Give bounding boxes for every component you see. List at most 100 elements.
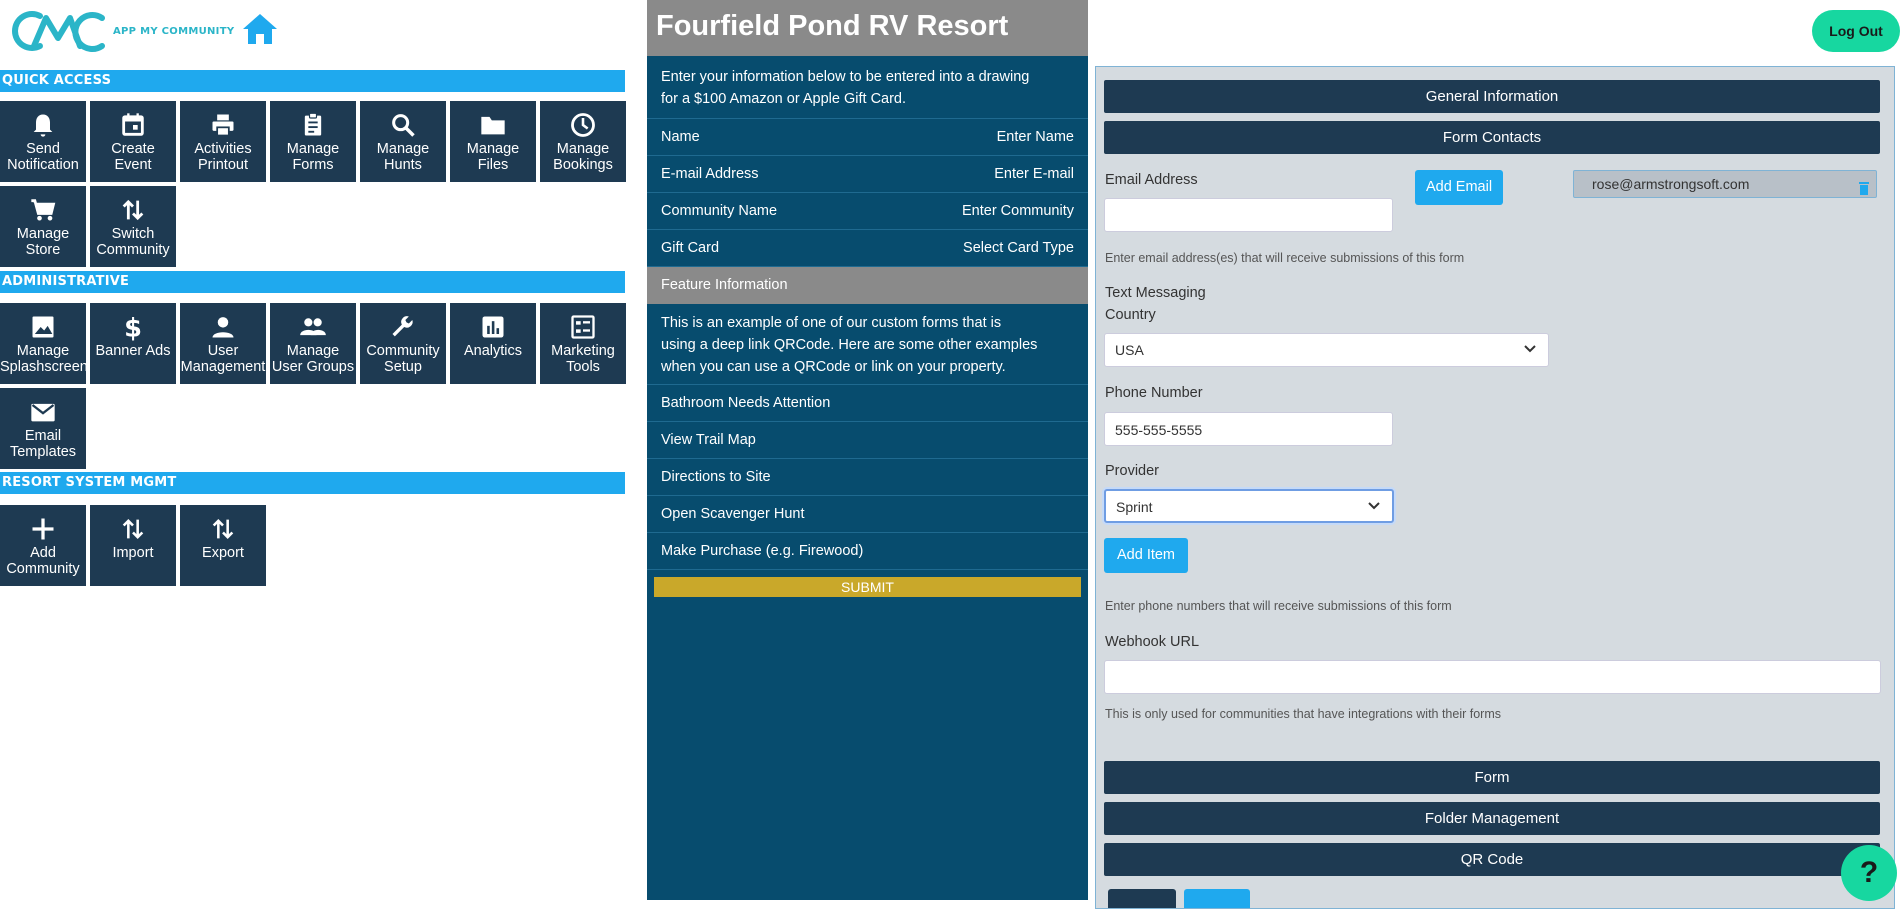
tile-label: Analytics — [463, 343, 523, 359]
preview-field-label: E-mail Address — [661, 166, 759, 182]
arrows-icon — [180, 513, 266, 543]
folder-management-section[interactable]: Folder Management — [1104, 802, 1880, 835]
dollar-icon: $ — [90, 311, 176, 341]
home-icon[interactable] — [241, 12, 279, 46]
tile-label: Export — [202, 545, 244, 561]
preview-field-row[interactable]: E-mail Address Enter E-mail — [647, 156, 1088, 193]
preview-link[interactable]: Open Scavenger Hunt — [647, 496, 1088, 533]
calendar-icon — [90, 109, 176, 139]
tile-community-setup[interactable]: Community Setup — [360, 303, 446, 384]
tile-label: User Groups — [271, 359, 355, 375]
webhook-label: Webhook URL — [1105, 634, 1200, 650]
tile-label: Bookings — [553, 157, 613, 173]
tile-switch-community[interactable]: Switch Community — [90, 186, 176, 267]
tile-label: Files — [477, 157, 509, 173]
provider-value: Sprint — [1116, 499, 1153, 515]
tile-export[interactable]: Export — [180, 505, 266, 586]
arrows-icon — [90, 513, 176, 543]
tile-banner-ads[interactable]: $ Banner Ads — [90, 303, 176, 384]
section-resort-system: RESORT SYSTEM MGMT — [0, 472, 625, 494]
wrench-icon — [360, 311, 446, 341]
email-chip-text: rose@armstrongsoft.com — [1592, 176, 1750, 192]
tile-activities-printout[interactable]: Activities Printout — [180, 101, 266, 182]
tile-marketing-tools[interactable]: Marketing Tools — [540, 303, 626, 384]
chevron-down-icon — [1524, 345, 1536, 353]
tile-email-templates[interactable]: Email Templates — [0, 388, 86, 469]
search-icon — [360, 109, 446, 139]
tile-manage-store[interactable]: Manage Store — [0, 186, 86, 267]
preview-link[interactable]: View Trail Map — [647, 422, 1088, 459]
preview-field-placeholder: Enter Name — [996, 129, 1074, 145]
preview-title: Fourfield Pond RV Resort — [647, 0, 1088, 56]
tile-label: Import — [112, 545, 154, 561]
tile-label: Email — [24, 428, 62, 444]
add-email-button[interactable]: Add Email — [1415, 170, 1503, 205]
users-icon — [270, 311, 356, 341]
country-label: Country — [1105, 307, 1156, 323]
preview-field-row[interactable]: Name Enter Name — [647, 119, 1088, 156]
email-chip: rose@armstrongsoft.com — [1573, 170, 1877, 198]
tile-label: Event — [114, 157, 152, 173]
submit-button[interactable]: SUBMIT — [654, 577, 1081, 597]
tile-analytics[interactable]: Analytics — [450, 303, 536, 384]
add-item-button[interactable]: Add Item — [1104, 538, 1188, 573]
tile-label: Switch — [111, 226, 155, 242]
tile-label: Manage — [16, 226, 70, 242]
printer-icon — [180, 109, 266, 139]
trash-icon[interactable] — [1858, 177, 1870, 195]
tile-label: Manage — [376, 141, 430, 157]
tile-label: Hunts — [384, 157, 422, 173]
tile-label: Forms — [292, 157, 334, 173]
tile-label: Send — [26, 141, 60, 157]
tile-label: Manage — [16, 343, 70, 359]
tile-send-notification[interactable]: Send Notification — [0, 101, 86, 182]
tile-label: Marketing — [551, 343, 615, 359]
admin-sidebar: APP MY COMMUNITY QUICK ACCESS Send Notifi… — [0, 0, 630, 909]
logout-button[interactable]: Log Out — [1812, 10, 1900, 52]
preview-link[interactable]: Bathroom Needs Attention — [647, 385, 1088, 422]
tile-label: Community — [366, 343, 440, 359]
feature-desc-line: using a deep link QRCode. Here are some … — [661, 337, 1038, 353]
qr-code-section[interactable]: QR Code — [1104, 843, 1880, 876]
provider-select[interactable]: Sprint — [1104, 489, 1394, 523]
tile-manage-forms[interactable]: Manage Forms — [270, 101, 356, 182]
tile-manage-bookings[interactable]: Manage Bookings — [540, 101, 626, 182]
form-contacts-section[interactable]: Form Contacts — [1104, 121, 1880, 154]
logo-text: APP MY COMMUNITY — [113, 25, 235, 37]
preview-field-row[interactable]: Community Name Enter Community — [647, 193, 1088, 230]
preview-link[interactable]: Make Purchase (e.g. Firewood) — [647, 533, 1088, 570]
tile-manage-user-groups[interactable]: Manage User Groups — [270, 303, 356, 384]
phone-field[interactable]: 555-555-5555 — [1104, 412, 1393, 446]
tile-import[interactable]: Import — [90, 505, 176, 586]
feature-description: This is an example of one of our custom … — [647, 304, 1088, 385]
save-button[interactable] — [1184, 889, 1250, 908]
preview-field-placeholder: Enter Community — [961, 203, 1074, 219]
tile-label: Notification — [7, 157, 79, 173]
tile-label: Activities — [194, 141, 252, 157]
preview-link[interactable]: Directions to Site — [647, 459, 1088, 496]
tile-label: Banner Ads — [95, 343, 171, 359]
general-information-section[interactable]: General Information — [1104, 80, 1880, 113]
clipboard-icon — [270, 109, 356, 139]
cancel-button[interactable] — [1108, 889, 1176, 908]
webhook-field[interactable] — [1104, 660, 1881, 694]
tile-user-management[interactable]: User Management — [180, 303, 266, 384]
country-select[interactable]: USA — [1104, 333, 1549, 367]
section-administrative: ADMINISTRATIVE — [0, 271, 625, 293]
tile-manage-files[interactable]: Manage Files — [450, 101, 536, 182]
app-logo[interactable]: APP MY COMMUNITY — [10, 8, 234, 54]
tile-create-event[interactable]: Create Event — [90, 101, 176, 182]
preview-field-row[interactable]: Gift Card Select Card Type — [647, 230, 1088, 267]
user-icon — [180, 311, 266, 341]
feature-desc-line: This is an example of one of our custom … — [661, 315, 1002, 331]
tile-label: Setup — [384, 359, 422, 375]
email-field[interactable] — [1104, 198, 1393, 232]
swap-icon — [90, 194, 176, 224]
tile-add-community[interactable]: Add Community — [0, 505, 86, 586]
plus-icon — [0, 513, 86, 543]
help-button[interactable]: ? — [1841, 845, 1897, 901]
tile-manage-splashscreen[interactable]: Manage Splashscreen — [0, 303, 88, 384]
form-section[interactable]: Form — [1104, 761, 1880, 794]
tile-manage-hunts[interactable]: Manage Hunts — [360, 101, 446, 182]
tile-label: Management — [180, 359, 266, 375]
